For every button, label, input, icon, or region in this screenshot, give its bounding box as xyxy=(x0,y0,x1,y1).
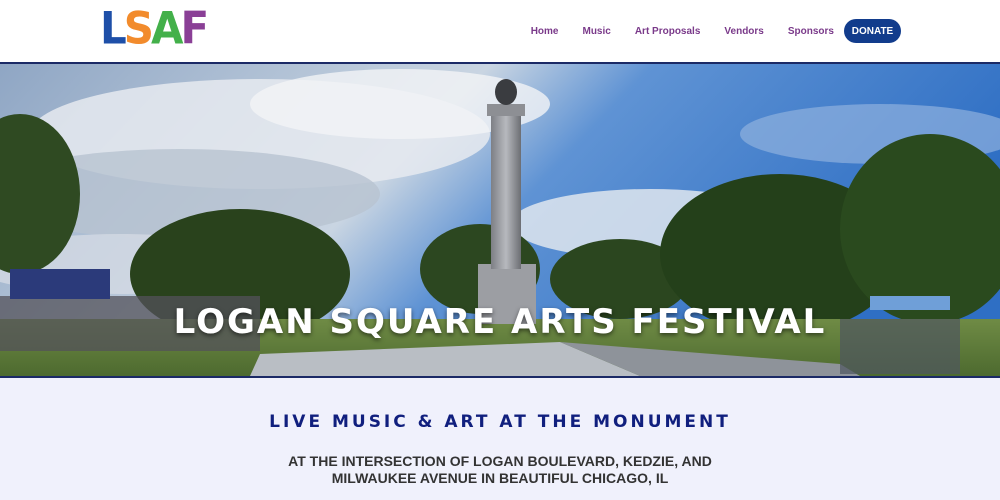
tagline-heading: LIVE MUSIC & ART AT THE MONUMENT xyxy=(269,412,731,432)
nav-home[interactable]: Home xyxy=(531,26,559,37)
nav-art-proposals[interactable]: Art Proposals xyxy=(635,26,701,37)
hero-banner: LOGAN SQUARE ARTS FESTIVAL xyxy=(0,62,1000,378)
hero-title: LOGAN SQUARE ARTS FESTIVAL xyxy=(173,302,827,342)
location-text: AT THE INTERSECTION OF LOGAN BOULEVARD, … xyxy=(288,453,712,486)
site-header: L S A F Home Music Art Proposals Vendors… xyxy=(0,0,1000,62)
nav-music[interactable]: Music xyxy=(582,26,610,37)
main-nav: Home Music Art Proposals Vendors Sponsor… xyxy=(531,19,901,43)
nav-vendors[interactable]: Vendors xyxy=(724,26,763,37)
donate-button[interactable]: DONATE xyxy=(844,19,901,43)
nav-sponsors[interactable]: Sponsors xyxy=(788,26,834,37)
logo-letter-f: F xyxy=(180,2,210,55)
lsaf-logo[interactable]: L S A F xyxy=(100,2,210,55)
intro-section: LIVE MUSIC & ART AT THE MONUMENT AT THE … xyxy=(0,378,1000,500)
logo-letter-a: A xyxy=(151,2,183,55)
logo-letter-l: L xyxy=(100,2,127,55)
logo-letter-s: S xyxy=(123,2,154,55)
